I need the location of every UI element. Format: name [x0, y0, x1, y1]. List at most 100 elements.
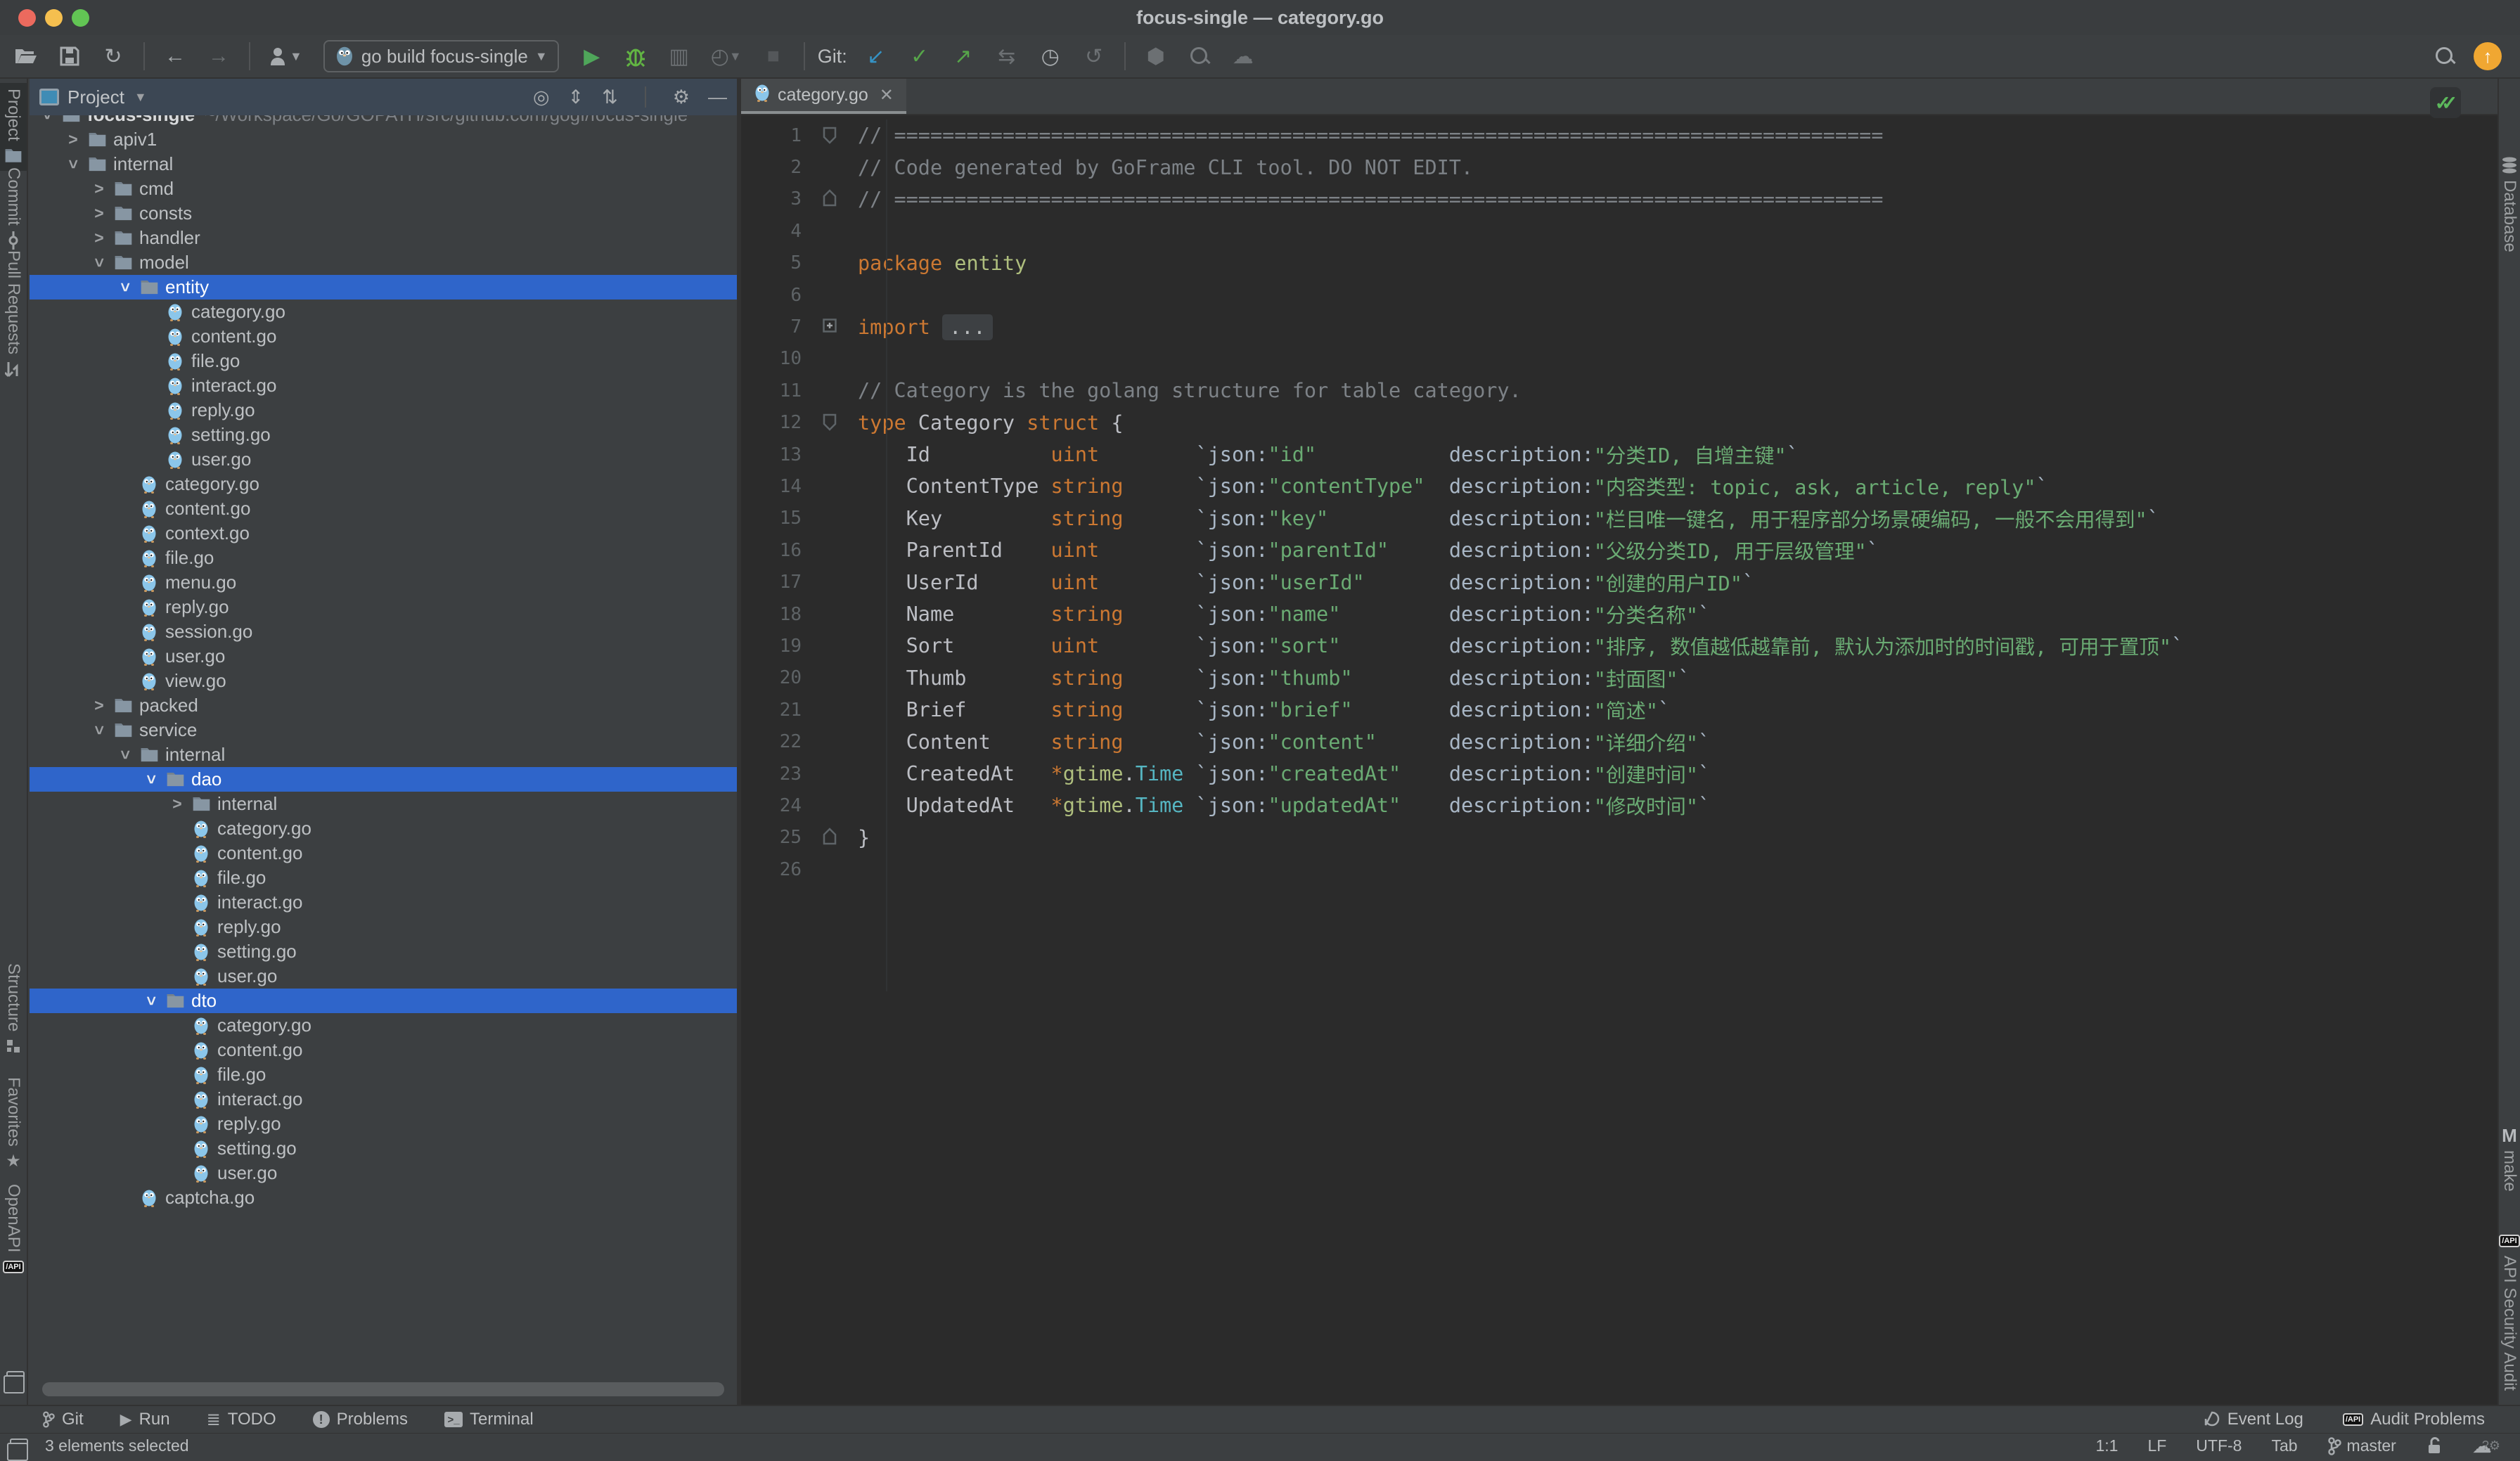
line-number[interactable]: 25 [741, 827, 802, 848]
line-number[interactable]: 16 [741, 540, 802, 561]
tree-row-reply-go[interactable]: reply.go [30, 915, 737, 939]
chevron-expanded-icon[interactable]: > [90, 251, 109, 275]
run-with-coverage-icon[interactable]: ▥ [667, 44, 691, 69]
toolwindow-button-event-log[interactable]: Event Log [2204, 1410, 2303, 1429]
line-number[interactable]: 18 [741, 604, 802, 625]
code-line-25[interactable]: 25} [741, 822, 2498, 854]
tree-row-content-go[interactable]: content.go [30, 1038, 737, 1062]
intention-bulb-icon[interactable] [848, 155, 866, 179]
code-line-21[interactable]: 21 Brief string `json:"brief" descriptio… [741, 694, 2498, 726]
stripe-tab-commit[interactable]: Commit [0, 167, 27, 250]
tree-row-category-go[interactable]: category.go [30, 816, 737, 841]
stripe-tab-pull-requests[interactable]: Pull Requests [0, 250, 27, 378]
tree-row-entity[interactable]: >entity [30, 275, 737, 300]
stripe-tab-favorites[interactable]: Favorites★ [0, 1077, 27, 1171]
user-profile-icon[interactable]: ▼ [269, 46, 302, 67]
tree-row-cmd[interactable]: >cmd [30, 176, 737, 201]
tree-row-setting-go[interactable]: setting.go [30, 939, 737, 964]
line-number[interactable]: 2 [741, 157, 802, 178]
chevron-down-icon[interactable]: ▼ [134, 90, 147, 105]
tree-row-handler[interactable]: >handler [30, 226, 737, 250]
tree-row-consts[interactable]: >consts [30, 201, 737, 226]
code-line-22[interactable]: 22 Content string `json:"content" descri… [741, 726, 2498, 757]
toolwindow-button-audit-problems[interactable]: /APIAudit Problems [2343, 1410, 2485, 1429]
tree-row-service[interactable]: >service [30, 718, 737, 742]
stripe-tab-api-security-audit[interactable]: /APIAPI Security Audit [2499, 1232, 2520, 1391]
chevron-collapsed-icon[interactable]: > [165, 794, 189, 813]
line-number[interactable]: 21 [741, 700, 802, 721]
tree-row-interact-go[interactable]: interact.go [30, 890, 737, 915]
code-line-4[interactable]: 4 [741, 215, 2498, 247]
tree-row-content-go[interactable]: content.go [30, 841, 737, 865]
settings-gear-icon[interactable]: ⚙ [673, 86, 690, 108]
tree-row-category-go[interactable]: category.go [30, 1013, 737, 1038]
tree-row-apiv1[interactable]: >apiv1 [30, 127, 737, 152]
fold-marker-icon[interactable] [802, 317, 858, 337]
tree-row-user-go[interactable]: user.go [30, 644, 737, 669]
window-switcher-icon[interactable] [0, 1371, 27, 1386]
fold-marker-icon[interactable] [802, 189, 858, 209]
fold-marker-icon[interactable] [802, 126, 858, 146]
tree-row-user-go[interactable]: user.go [30, 964, 737, 989]
stripe-tab-make[interactable]: Mmake [2499, 1126, 2520, 1192]
code-line-15[interactable]: 15 Key string `json:"key" description:"栏… [741, 503, 2498, 534]
inspections-passed-icon[interactable]: ✓✓ [2430, 87, 2461, 118]
git-history-icon[interactable]: ◷ [1039, 44, 1062, 69]
tree-row-file-go[interactable]: file.go [30, 865, 737, 890]
tree-row-view-go[interactable]: view.go [30, 669, 737, 693]
search-everywhere-icon[interactable] [2434, 46, 2455, 67]
line-number[interactable]: 11 [741, 380, 802, 401]
caret-position[interactable]: 1:1 [2095, 1436, 2118, 1455]
git-merge-icon[interactable]: ⇆ [995, 44, 1019, 69]
line-number[interactable]: 23 [741, 764, 802, 785]
tree-row-menu-go[interactable]: menu.go [30, 570, 737, 595]
cloud-icon[interactable]: ☁ [1231, 44, 1255, 69]
editor-area[interactable]: category.go ✕ 1// ======================… [741, 79, 2498, 1405]
tree-row-content-go[interactable]: content.go [30, 496, 737, 521]
back-icon[interactable]: ← [163, 44, 187, 68]
line-number[interactable]: 26 [741, 859, 802, 880]
line-number[interactable]: 14 [741, 476, 802, 497]
stripe-tab-structure[interactable]: Structure [0, 963, 27, 1055]
line-ending[interactable]: LF [2147, 1436, 2166, 1455]
tree-row-file-go[interactable]: file.go [30, 1062, 737, 1087]
code-line-17[interactable]: 17 UserId uint `json:"userId" descriptio… [741, 566, 2498, 598]
code-line-23[interactable]: 23 CreatedAt *gtime.Time `json:"createdA… [741, 758, 2498, 790]
tree-row-interact-go[interactable]: interact.go [30, 1087, 737, 1112]
code-line-24[interactable]: 24 UpdatedAt *gtime.Time `json:"updatedA… [741, 790, 2498, 821]
line-number[interactable]: 22 [741, 731, 802, 752]
cloud-help-icon[interactable]: ☁?⚙ [2472, 1434, 2500, 1457]
line-number[interactable]: 4 [741, 221, 802, 242]
tree-row-reply-go[interactable]: reply.go [30, 398, 737, 423]
open-folder-icon[interactable] [14, 47, 38, 65]
tree-row-dto[interactable]: >dto [30, 989, 737, 1013]
chevron-expanded-icon[interactable]: > [116, 276, 135, 300]
run-button[interactable]: ▶ [580, 44, 604, 69]
line-number[interactable]: 7 [741, 316, 802, 337]
code-line-12[interactable]: 12type Category struct { [741, 407, 2498, 439]
line-number[interactable]: 20 [741, 667, 802, 688]
tree-row-reply-go[interactable]: reply.go [30, 595, 737, 619]
line-number[interactable]: 12 [741, 412, 802, 433]
line-number[interactable]: 1 [741, 125, 802, 146]
line-number[interactable]: 6 [741, 285, 802, 306]
code-line-13[interactable]: 13 Id uint `json:"id" description:"分类ID,… [741, 439, 2498, 470]
toolwindow-button-todo[interactable]: ≣TODO [207, 1410, 276, 1430]
git-push-icon[interactable]: ↗ [951, 44, 975, 69]
code-line-1[interactable]: 1// ====================================… [741, 120, 2498, 151]
tree-row-setting-go[interactable]: setting.go [30, 423, 737, 447]
tree-row-internal[interactable]: >internal [30, 742, 737, 767]
line-number[interactable]: 19 [741, 636, 802, 657]
plugin-hexagon-icon[interactable]: ⬢ [1144, 44, 1168, 69]
code-line-6[interactable]: 6 [741, 279, 2498, 311]
code-line-26[interactable]: 26 [741, 854, 2498, 885]
toolwindow-button-problems[interactable]: !Problems [313, 1410, 408, 1429]
chevron-expanded-icon[interactable]: > [90, 719, 109, 742]
git-commit-icon[interactable]: ✓ [908, 44, 932, 69]
tree-row-internal[interactable]: >internal [30, 152, 737, 176]
locate-file-icon[interactable]: ◎ [533, 86, 550, 108]
editor-tab-category-go[interactable]: category.go ✕ [741, 79, 906, 114]
collapse-all-icon[interactable]: ⇅ [602, 86, 618, 108]
chevron-collapsed-icon[interactable]: > [87, 179, 111, 198]
tree-row-file-go[interactable]: file.go [30, 546, 737, 570]
